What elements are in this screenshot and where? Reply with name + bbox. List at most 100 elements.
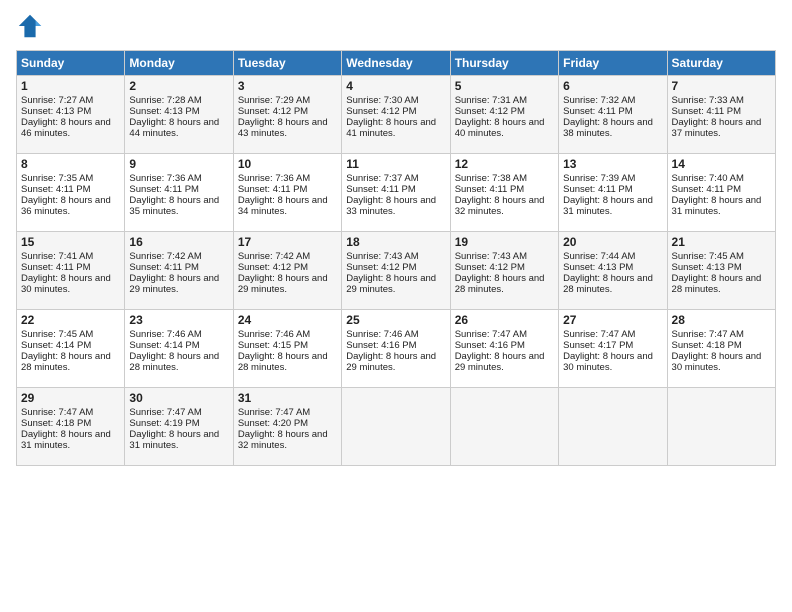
sunrise-text: Sunrise: 7:46 AM bbox=[129, 329, 201, 340]
daylight-text: Daylight: 8 hours and 44 minutes. bbox=[129, 117, 219, 139]
day-number: 16 bbox=[129, 235, 228, 249]
daylight-text: Daylight: 8 hours and 43 minutes. bbox=[238, 117, 328, 139]
calendar-cell: 18Sunrise: 7:43 AMSunset: 4:12 PMDayligh… bbox=[342, 232, 450, 310]
daylight-text: Daylight: 8 hours and 46 minutes. bbox=[21, 117, 111, 139]
sunrise-text: Sunrise: 7:47 AM bbox=[129, 407, 201, 418]
calendar-cell: 28Sunrise: 7:47 AMSunset: 4:18 PMDayligh… bbox=[667, 310, 775, 388]
sunrise-text: Sunrise: 7:38 AM bbox=[455, 173, 527, 184]
daylight-text: Daylight: 8 hours and 31 minutes. bbox=[129, 429, 219, 451]
sunrise-text: Sunrise: 7:32 AM bbox=[563, 95, 635, 106]
calendar-cell: 8Sunrise: 7:35 AMSunset: 4:11 PMDaylight… bbox=[17, 154, 125, 232]
day-header-tuesday: Tuesday bbox=[233, 51, 341, 76]
calendar-cell: 21Sunrise: 7:45 AMSunset: 4:13 PMDayligh… bbox=[667, 232, 775, 310]
sunset-text: Sunset: 4:11 PM bbox=[238, 184, 308, 195]
sunset-text: Sunset: 4:12 PM bbox=[346, 262, 416, 273]
daylight-text: Daylight: 8 hours and 30 minutes. bbox=[563, 351, 653, 373]
calendar-header-row: SundayMondayTuesdayWednesdayThursdayFrid… bbox=[17, 51, 776, 76]
logo-icon bbox=[16, 12, 44, 40]
daylight-text: Daylight: 8 hours and 32 minutes. bbox=[455, 195, 545, 217]
sunrise-text: Sunrise: 7:41 AM bbox=[21, 251, 93, 262]
daylight-text: Daylight: 8 hours and 29 minutes. bbox=[346, 351, 436, 373]
sunrise-text: Sunrise: 7:42 AM bbox=[238, 251, 310, 262]
daylight-text: Daylight: 8 hours and 35 minutes. bbox=[129, 195, 219, 217]
day-number: 23 bbox=[129, 313, 228, 327]
daylight-text: Daylight: 8 hours and 28 minutes. bbox=[129, 351, 219, 373]
calendar-cell: 24Sunrise: 7:46 AMSunset: 4:15 PMDayligh… bbox=[233, 310, 341, 388]
calendar-cell: 19Sunrise: 7:43 AMSunset: 4:12 PMDayligh… bbox=[450, 232, 558, 310]
sunrise-text: Sunrise: 7:47 AM bbox=[672, 329, 744, 340]
calendar-cell bbox=[667, 388, 775, 466]
day-number: 13 bbox=[563, 157, 662, 171]
sunset-text: Sunset: 4:12 PM bbox=[455, 262, 525, 273]
daylight-text: Daylight: 8 hours and 32 minutes. bbox=[238, 429, 328, 451]
calendar-cell: 31Sunrise: 7:47 AMSunset: 4:20 PMDayligh… bbox=[233, 388, 341, 466]
sunrise-text: Sunrise: 7:37 AM bbox=[346, 173, 418, 184]
day-number: 11 bbox=[346, 157, 445, 171]
sunset-text: Sunset: 4:16 PM bbox=[346, 340, 416, 351]
sunset-text: Sunset: 4:11 PM bbox=[129, 262, 199, 273]
sunrise-text: Sunrise: 7:40 AM bbox=[672, 173, 744, 184]
day-number: 7 bbox=[672, 79, 771, 93]
daylight-text: Daylight: 8 hours and 28 minutes. bbox=[672, 273, 762, 295]
day-header-monday: Monday bbox=[125, 51, 233, 76]
daylight-text: Daylight: 8 hours and 28 minutes. bbox=[238, 351, 328, 373]
sunrise-text: Sunrise: 7:28 AM bbox=[129, 95, 201, 106]
day-number: 5 bbox=[455, 79, 554, 93]
daylight-text: Daylight: 8 hours and 36 minutes. bbox=[21, 195, 111, 217]
sunset-text: Sunset: 4:13 PM bbox=[563, 262, 633, 273]
calendar-cell: 13Sunrise: 7:39 AMSunset: 4:11 PMDayligh… bbox=[559, 154, 667, 232]
calendar-cell: 30 Sunrise: 7:47 AMSunset: 4:19 PMDayligh… bbox=[125, 388, 233, 466]
day-number: 6 bbox=[563, 79, 662, 93]
calendar-cell: 9Sunrise: 7:36 AMSunset: 4:11 PMDaylight… bbox=[125, 154, 233, 232]
calendar-cell bbox=[559, 388, 667, 466]
calendar-cell bbox=[450, 388, 558, 466]
calendar-cell: 26Sunrise: 7:47 AMSunset: 4:16 PMDayligh… bbox=[450, 310, 558, 388]
week-row-5: 29Sunrise: 7:47 AMSunset: 4:18 PMDayligh… bbox=[17, 388, 776, 466]
calendar-cell: 17Sunrise: 7:42 AMSunset: 4:12 PMDayligh… bbox=[233, 232, 341, 310]
sunset-text: Sunset: 4:15 PM bbox=[238, 340, 308, 351]
sunrise-text: Sunrise: 7:44 AM bbox=[563, 251, 635, 262]
daylight-text: Daylight: 8 hours and 29 minutes. bbox=[238, 273, 328, 295]
day-number: 26 bbox=[455, 313, 554, 327]
sunset-text: Sunset: 4:19 PM bbox=[129, 418, 199, 429]
day-number: 29 bbox=[21, 391, 120, 405]
sunset-text: Sunset: 4:12 PM bbox=[346, 106, 416, 117]
calendar-cell: 5Sunrise: 7:31 AMSunset: 4:12 PMDaylight… bbox=[450, 76, 558, 154]
sunset-text: Sunset: 4:13 PM bbox=[21, 106, 91, 117]
daylight-text: Daylight: 8 hours and 37 minutes. bbox=[672, 117, 762, 139]
day-header-friday: Friday bbox=[559, 51, 667, 76]
daylight-text: Daylight: 8 hours and 28 minutes. bbox=[563, 273, 653, 295]
calendar-cell: 12Sunrise: 7:38 AMSunset: 4:11 PMDayligh… bbox=[450, 154, 558, 232]
daylight-text: Daylight: 8 hours and 29 minutes. bbox=[129, 273, 219, 295]
calendar-cell: 25Sunrise: 7:46 AMSunset: 4:16 PMDayligh… bbox=[342, 310, 450, 388]
day-number: 20 bbox=[563, 235, 662, 249]
sunset-text: Sunset: 4:11 PM bbox=[129, 184, 199, 195]
daylight-text: Daylight: 8 hours and 33 minutes. bbox=[346, 195, 436, 217]
sunrise-text: Sunrise: 7:46 AM bbox=[238, 329, 310, 340]
sunrise-text: Sunrise: 7:35 AM bbox=[21, 173, 93, 184]
sunset-text: Sunset: 4:11 PM bbox=[346, 184, 416, 195]
sunrise-text: Sunrise: 7:47 AM bbox=[21, 407, 93, 418]
day-number: 3 bbox=[238, 79, 337, 93]
sunset-text: Sunset: 4:11 PM bbox=[21, 262, 91, 273]
calendar-cell bbox=[342, 388, 450, 466]
day-number: 10 bbox=[238, 157, 337, 171]
sunset-text: Sunset: 4:12 PM bbox=[238, 262, 308, 273]
daylight-text: Daylight: 8 hours and 30 minutes. bbox=[21, 273, 111, 295]
calendar-table: SundayMondayTuesdayWednesdayThursdayFrid… bbox=[16, 50, 776, 466]
sunset-text: Sunset: 4:14 PM bbox=[21, 340, 91, 351]
calendar-cell: 22Sunrise: 7:45 AMSunset: 4:14 PMDayligh… bbox=[17, 310, 125, 388]
calendar-cell: 20 Sunrise: 7:44 AMSunset: 4:13 PMDayligh… bbox=[559, 232, 667, 310]
day-number: 30 bbox=[129, 391, 228, 405]
week-row-2: 8Sunrise: 7:35 AMSunset: 4:11 PMDaylight… bbox=[17, 154, 776, 232]
sunrise-text: Sunrise: 7:27 AM bbox=[21, 95, 93, 106]
sunset-text: Sunset: 4:11 PM bbox=[563, 184, 633, 195]
daylight-text: Daylight: 8 hours and 38 minutes. bbox=[563, 117, 653, 139]
logo bbox=[16, 12, 48, 40]
calendar-cell: 2Sunrise: 7:28 AMSunset: 4:13 PMDaylight… bbox=[125, 76, 233, 154]
page-container: SundayMondayTuesdayWednesdayThursdayFrid… bbox=[0, 0, 792, 474]
daylight-text: Daylight: 8 hours and 30 minutes. bbox=[672, 351, 762, 373]
calendar-cell: 7Sunrise: 7:33 AMSunset: 4:11 PMDaylight… bbox=[667, 76, 775, 154]
sunrise-text: Sunrise: 7:45 AM bbox=[672, 251, 744, 262]
sunrise-text: Sunrise: 7:47 AM bbox=[455, 329, 527, 340]
